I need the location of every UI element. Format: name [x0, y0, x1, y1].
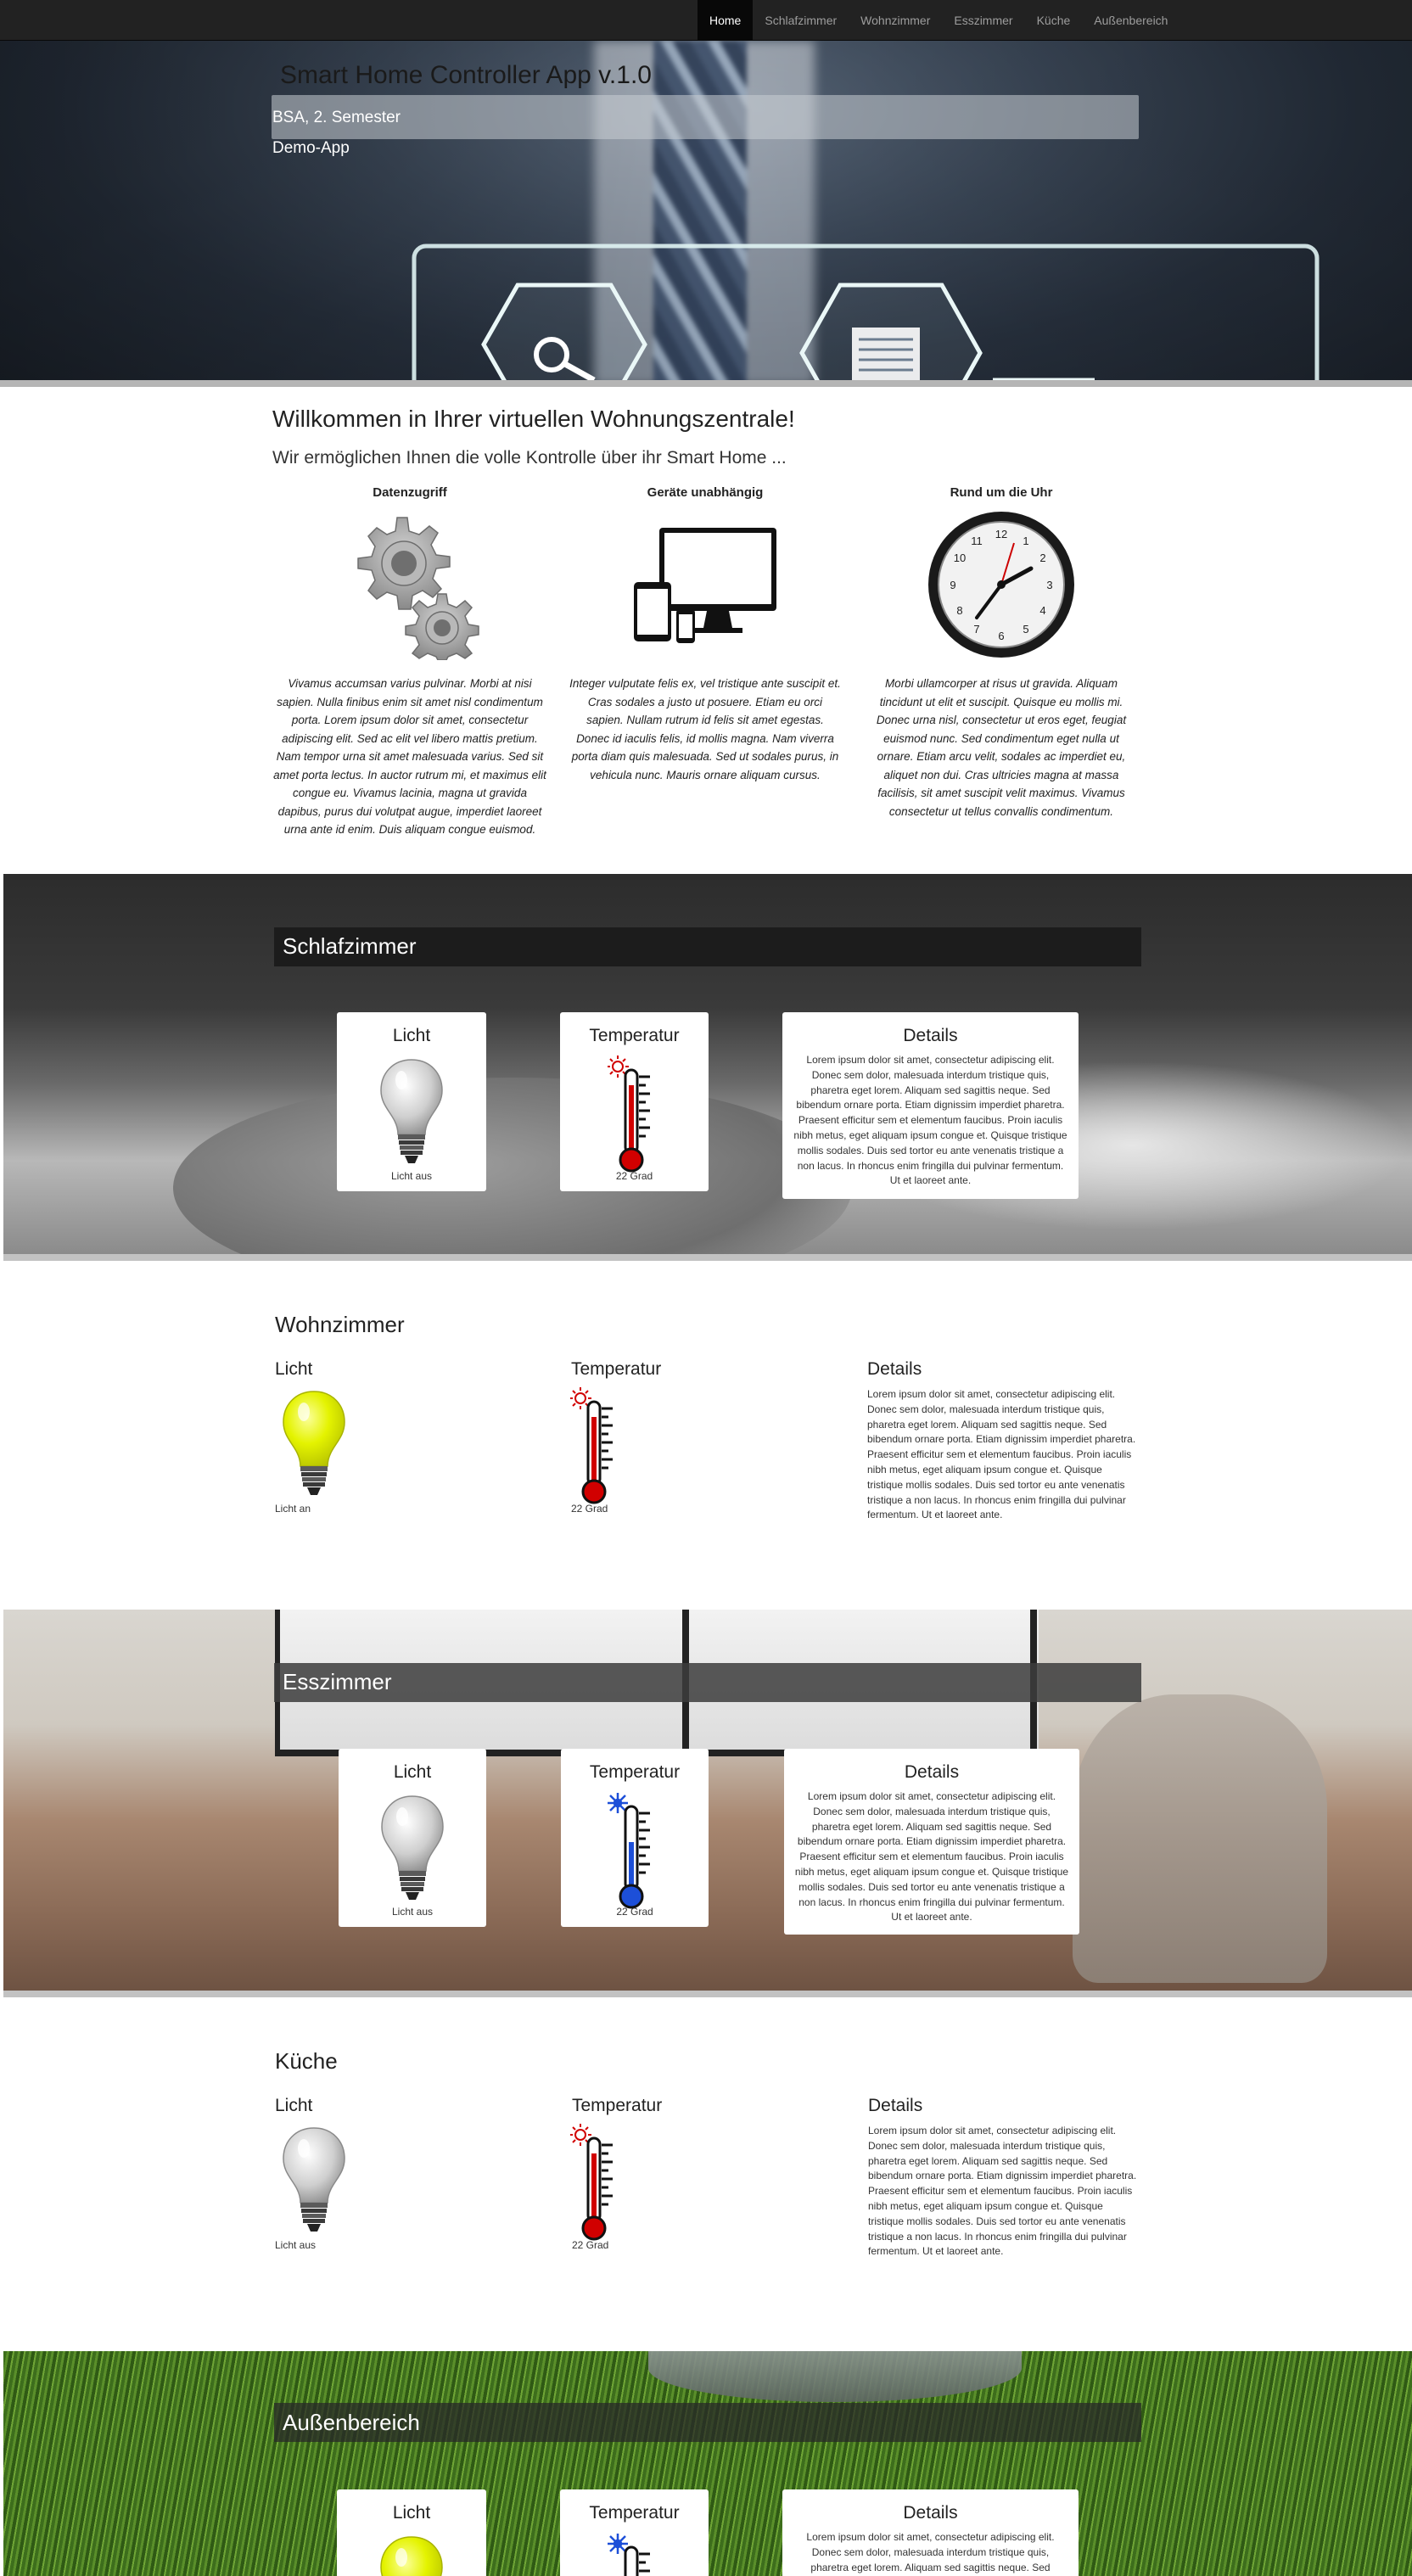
navbar: Home Schlafzimmer Wohnzimmer Esszimmer K… [0, 0, 1412, 41]
light-status: Licht aus [390, 1170, 433, 1182]
hero-hologram-graphic [412, 244, 1320, 385]
details-text: Lorem ipsum dolor sit amet, consectetur … [794, 1790, 1069, 1924]
lightbulb-on-icon[interactable] [280, 1388, 348, 1498]
nav-wohnzimmer[interactable]: Wohnzimmer [849, 0, 942, 41]
thermometer-warm-icon [570, 1386, 621, 1505]
svg-text:7: 7 [973, 623, 979, 636]
light-card-aussenbereich[interactable]: Licht [337, 2489, 486, 2576]
details-text: Lorem ipsum dolor sit amet, consectetur … [806, 2531, 1055, 2573]
light-label: Licht [275, 2096, 313, 2115]
hero-divider [0, 380, 1412, 387]
svg-text:5: 5 [1023, 623, 1028, 636]
lightbulb-off-icon[interactable] [378, 1056, 445, 1167]
details-card-schlafzimmer: Details Lorem ipsum dolor sit amet, cons… [782, 1012, 1079, 1199]
feature-text: Integer vulputate felis ex, vel tristiqu… [569, 677, 841, 781]
hero-subtitle: BSA, 2. Semester [272, 109, 401, 126]
light-status: Licht an [275, 1503, 311, 1515]
nav-esszimmer[interactable]: Esszimmer [942, 0, 1024, 41]
thermometer-cold-icon [608, 2532, 658, 2576]
feature-text: Morbi ullamcorper at risus ut gravida. A… [876, 677, 1127, 818]
feature-datenzugriff: Datenzugriff Vivamus accumsan varius pul… [270, 485, 550, 839]
details-card-esszimmer: Details Lorem ipsum dolor sit amet, cons… [784, 1749, 1079, 1935]
svg-text:9: 9 [950, 579, 955, 591]
lightbulb-off-icon[interactable] [280, 2125, 348, 2235]
svg-text:6: 6 [998, 630, 1004, 642]
room-title-esszimmer: Esszimmer [283, 1669, 392, 1694]
thermometer-warm-icon [570, 2123, 621, 2242]
feature-geraete: Geräte unabhängig Integer vulputate feli… [565, 485, 845, 784]
details-label: Details [867, 1359, 922, 1379]
details-text: Lorem ipsum dolor sit amet, consectetur … [867, 1388, 1136, 1521]
devices-icon [565, 508, 845, 661]
hero-title: Smart Home Controller App v.1.0 [280, 61, 652, 89]
gears-icon [270, 508, 550, 661]
lightbulb-on-icon[interactable] [378, 2534, 445, 2576]
welcome-heading: Willkommen in Ihrer virtuellen Wohnungsz… [272, 406, 795, 432]
hero-banner [0, 41, 1412, 385]
room-title-kueche: Küche [275, 2048, 338, 2074]
svg-text:8: 8 [956, 604, 962, 617]
light-status: Licht aus [275, 2239, 317, 2251]
svg-text:3: 3 [1046, 579, 1052, 591]
temperature-value: 22 Grad [572, 2239, 609, 2251]
nav-kueche[interactable]: Küche [1025, 0, 1083, 41]
nav-home[interactable]: Home [698, 0, 754, 41]
temperature-card-schlafzimmer[interactable]: Temperatur 22 Grad [560, 1012, 709, 1191]
room-title-wohnzimmer: Wohnzimmer [275, 1312, 405, 1337]
temperature-card-esszimmer[interactable]: Temperatur 22 Grad [561, 1749, 709, 1927]
svg-text:2: 2 [1039, 552, 1045, 564]
room-title-aussenbereich: Außenbereich [283, 2410, 420, 2435]
hero-subtitle-demo: Demo-App [272, 139, 350, 157]
room-title-schlafzimmer: Schlafzimmer [283, 933, 417, 959]
svg-text:12: 12 [995, 528, 1007, 540]
nav-menu: Home Schlafzimmer Wohnzimmer Esszimmer K… [698, 0, 1179, 41]
thermometer-cold-icon [608, 1791, 658, 1910]
feature-title: Geräte unabhängig [647, 485, 764, 500]
temperature-label: Temperatur [571, 1359, 662, 1379]
light-card-esszimmer[interactable]: Licht Licht aus [339, 1749, 486, 1927]
light-card-schlafzimmer[interactable]: Licht Licht aus [337, 1012, 486, 1191]
temperature-value: 22 Grad [615, 1170, 653, 1182]
svg-text:1: 1 [1023, 535, 1028, 547]
temperature-value: 22 Grad [571, 1503, 608, 1515]
thermometer-warm-icon [608, 1055, 658, 1173]
nav-aussenbereich[interactable]: Außenbereich [1082, 0, 1179, 41]
details-label: Details [868, 2096, 923, 2115]
welcome-subheading: Wir ermöglichen Ihnen die volle Kontroll… [272, 448, 787, 468]
temperature-value: 22 Grad [616, 1906, 653, 1918]
feature-text: Vivamus accumsan varius pulvinar. Morbi … [273, 677, 546, 836]
details-card-aussenbereich: Details Lorem ipsum dolor sit amet, cons… [782, 2489, 1079, 2576]
feature-title: Datenzugriff [373, 485, 447, 500]
svg-text:4: 4 [1039, 604, 1045, 617]
lightbulb-off-icon[interactable] [378, 1793, 446, 1903]
feature-rund-um-die-uhr: Rund um die Uhr 12 1 2 3 45 6 78 9 10 11 Morbi… [861, 485, 1141, 820]
svg-text:10: 10 [954, 552, 966, 564]
nav-schlafzimmer[interactable]: Schlafzimmer [753, 0, 849, 41]
clock-icon: 12 1 2 3 45 6 78 9 10 11 [861, 508, 1141, 661]
feature-title: Rund um die Uhr [950, 485, 1053, 500]
temperature-label: Temperatur [572, 2096, 663, 2115]
light-status: Licht aus [391, 1906, 434, 1918]
details-text: Lorem ipsum dolor sit amet, consectetur … [793, 1054, 1067, 1187]
svg-text:11: 11 [971, 535, 983, 547]
temperature-card-aussenbereich[interactable]: Temperatur [560, 2489, 709, 2576]
details-text: Lorem ipsum dolor sit amet, consectetur … [868, 2125, 1137, 2258]
light-label: Licht [275, 1359, 313, 1379]
